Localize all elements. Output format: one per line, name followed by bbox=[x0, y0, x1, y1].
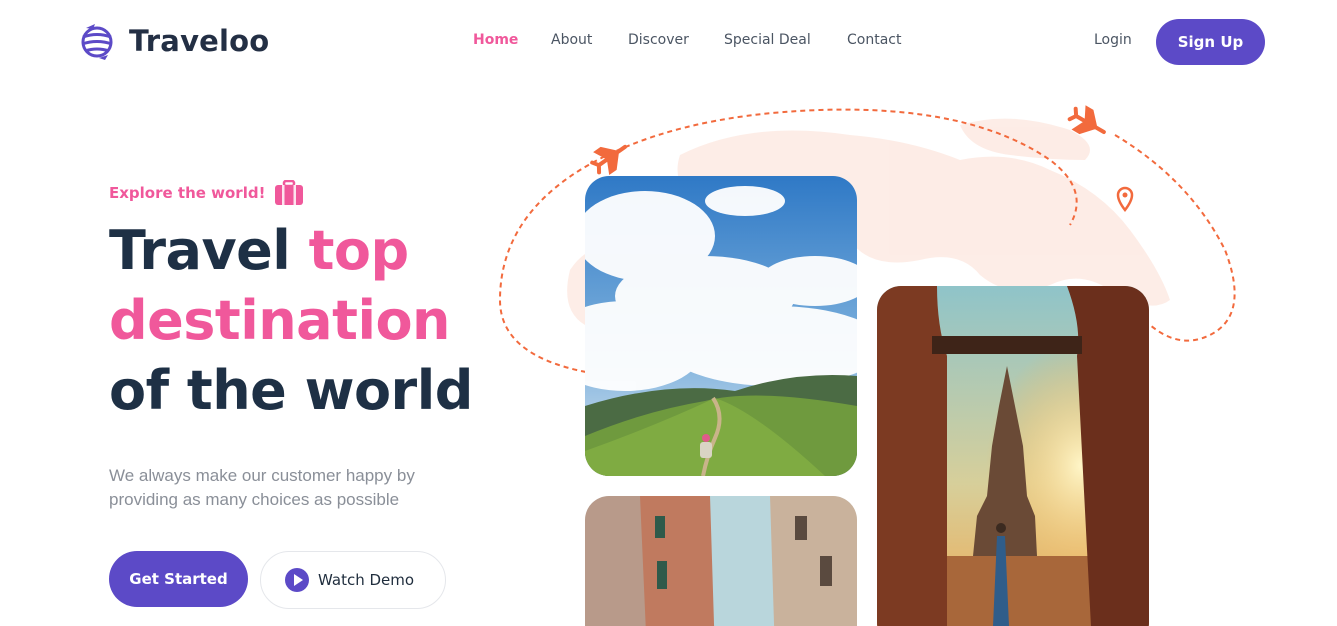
nav-contact[interactable]: Contact bbox=[847, 32, 917, 48]
login-link[interactable]: Login bbox=[1094, 32, 1132, 48]
nav-about[interactable]: About bbox=[551, 32, 628, 48]
hero-title-line3: of the world bbox=[109, 359, 473, 422]
destination-photo-temple bbox=[877, 286, 1149, 626]
nav-discover[interactable]: Discover bbox=[628, 32, 724, 48]
destination-photo-canal bbox=[585, 496, 857, 626]
hero-title-line1: Travel bbox=[109, 219, 309, 282]
get-started-button[interactable]: Get Started bbox=[109, 551, 248, 607]
nav-special-deal[interactable]: Special Deal bbox=[724, 32, 847, 48]
destination-photo-mountain bbox=[585, 176, 857, 476]
watch-demo-label: Watch Demo bbox=[318, 571, 415, 589]
suitcase-icon bbox=[275, 180, 303, 205]
hero-title-line2: destination bbox=[109, 289, 451, 352]
globe-logo-icon bbox=[81, 24, 113, 60]
airplane-icon bbox=[590, 144, 628, 176]
location-pin-icon bbox=[1116, 186, 1134, 213]
brand-name: Traveloo bbox=[129, 24, 270, 58]
signup-button[interactable]: Sign Up bbox=[1156, 19, 1265, 65]
brand-logo[interactable]: Traveloo bbox=[77, 20, 269, 62]
watch-demo-button[interactable]: Watch Demo bbox=[260, 551, 446, 609]
hero-title: Travel top destination of the world bbox=[109, 216, 473, 426]
play-icon bbox=[285, 568, 309, 592]
hero-subtitle: We always make our customer happy by pro… bbox=[109, 466, 415, 509]
hero-title-highlight: top bbox=[308, 219, 410, 282]
hero-kicker: Explore the world! bbox=[109, 184, 266, 202]
main-nav: Home About Discover Special Deal Contact bbox=[473, 32, 917, 48]
nav-home[interactable]: Home bbox=[473, 32, 551, 48]
